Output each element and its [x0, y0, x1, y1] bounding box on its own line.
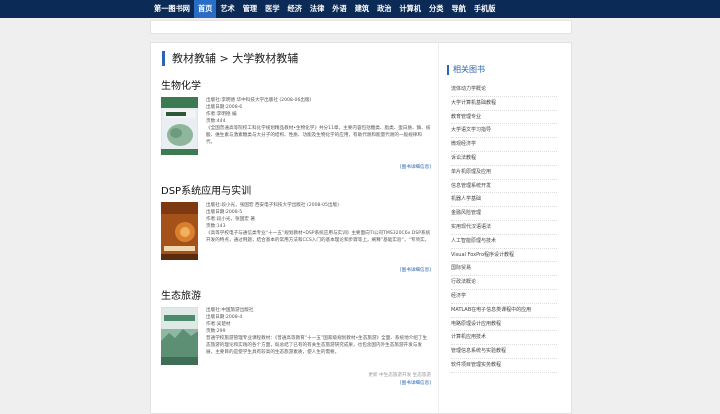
book-detail-link[interactable]: [图书详细信息]	[400, 380, 431, 386]
related-item[interactable]: MATLAB在电子信息类课程中的应用	[451, 304, 557, 318]
content-panel: 教材教辅 > 大学教材教辅 生物化学 出版社:李明德 华中科技大学出版社 (20…	[150, 42, 572, 414]
nav-politics[interactable]: 政治	[373, 0, 395, 18]
related-item[interactable]: 金融风险管理	[451, 207, 557, 221]
nav-computer[interactable]: 计算机	[395, 0, 425, 18]
related-item[interactable]: 实用现代汉语语法	[451, 221, 557, 235]
book-cover-image[interactable]	[161, 97, 198, 155]
book-description: 普通学校旅游管理专业课程教材：《普通高等教育“十一五”国家级规划教材•生态旅游》…	[206, 336, 428, 355]
book-cover-image[interactable]	[161, 307, 198, 365]
breadcrumb-accent	[162, 51, 165, 66]
book-detail-link[interactable]: [图书详细信息]	[400, 267, 431, 273]
book-meta: 出版社:段小光，张国宏 西安电子科技大学出版社 (2008-05出版) 出版日期…	[206, 202, 431, 251]
related-item[interactable]: 流体动力学概论	[451, 83, 557, 97]
book-publisher: 出版社:段小光，张国宏 西安电子科技大学出版社 (2008-05出版)	[206, 203, 339, 208]
book-pages: 页数:444	[206, 119, 226, 124]
related-item[interactable]: 经济学	[451, 290, 557, 304]
nav-home-site[interactable]: 第一图书网	[150, 0, 194, 18]
related-item[interactable]: 大学计算机基础教程	[451, 97, 557, 111]
nav-category[interactable]: 分类	[425, 0, 447, 18]
related-item[interactable]: 诉讼法教程	[451, 152, 557, 166]
sub-bar	[150, 20, 572, 34]
book-title[interactable]: 生物化学	[161, 80, 431, 94]
related-list: 流体动力学概论 大学计算机基础教程 教育管理专业 大学语文学习指导 微观经济学 …	[451, 83, 557, 373]
related-accent	[447, 65, 449, 75]
book-title[interactable]: DSP系统应用与实训	[161, 185, 431, 199]
book-pages: 页数:299	[206, 329, 226, 334]
book-title[interactable]: 生态旅游	[161, 290, 431, 304]
book-meta: 出版社:李明德 华中科技大学出版社 (2008-06出版) 出版日期:2008-…	[206, 97, 431, 146]
related-item[interactable]: 单片机原理及应用	[451, 166, 557, 180]
nav-architecture[interactable]: 建筑	[351, 0, 373, 18]
nav-mobile[interactable]: 手机版	[470, 0, 500, 18]
book-description: 《全国普通高等院校工科化学规划精品教材•生物化学》共分11章，主要内容包括糖类、…	[206, 126, 431, 145]
nav-management[interactable]: 管理	[239, 0, 261, 18]
related-item[interactable]: 教育管理专业	[451, 111, 557, 125]
book-item: 生物化学 出版社:李明德 华中科技大学出版社 (2008-06出版) 出版日期:…	[161, 80, 431, 175]
nav-foreign-lang[interactable]: 外语	[328, 0, 350, 18]
related-item[interactable]: 计算机应用技术	[451, 331, 557, 346]
nav-art[interactable]: 艺术	[216, 0, 238, 18]
related-item[interactable]: 电路原理设计应用教程	[451, 318, 557, 332]
book-date: 出版日期:2008-6	[206, 105, 243, 110]
nav-home[interactable]: 首页	[193, 0, 217, 18]
related-item[interactable]: 微观经济学	[451, 138, 557, 152]
nav-guide[interactable]: 导航	[447, 0, 469, 18]
book-meta: 出版社:中国旅游出版社 出版日期:2008-4 作者:吴楚材 页数:299 普通…	[206, 307, 431, 363]
book-description: 《高等学校电子与通信类专业“十一五”规划教材•DSP系统应用与实训》主要面向TI…	[206, 231, 431, 243]
nav-medicine[interactable]: 医学	[261, 0, 283, 18]
related-item[interactable]: 软件项目管理实务教程	[451, 359, 557, 373]
related-item[interactable]: 人工智能原理与技术	[451, 235, 557, 249]
book-detail-link[interactable]: [图书详细信息]	[400, 164, 431, 170]
book-publisher: 出版社:中国旅游出版社	[206, 308, 254, 313]
breadcrumb: 教材教辅 > 大学教材教辅	[172, 52, 299, 65]
related-item[interactable]: 管理信息系统与实验教程	[451, 345, 557, 359]
book-author: 作者:吴楚材	[206, 322, 231, 327]
nav-law[interactable]: 法律	[306, 0, 328, 18]
book-cover-image[interactable]	[161, 202, 198, 260]
book-item: 生态旅游 出版社:中国旅游出版社 出版日期:2008-4 作者:吴楚材 页数:2…	[161, 290, 431, 395]
related-item[interactable]: 行政法概论	[451, 276, 557, 290]
main-nav: 第一图书网 首页 艺术 管理 医学 经济 法律 外语 建筑 政治 计算机 分类 …	[150, 0, 499, 18]
book-tags[interactable]: 更新 中生态旅游开发 生态旅游	[368, 372, 431, 378]
book-date: 出版日期:2008-5	[206, 210, 243, 215]
column-divider	[438, 43, 439, 413]
related-item[interactable]: Visual FoxPro程序设计教程	[451, 249, 557, 263]
related-item[interactable]: 国际贸易	[451, 262, 557, 277]
related-item[interactable]: 大学语文学习指导	[451, 124, 557, 139]
book-author: 作者:段小光，张国宏 著	[206, 217, 255, 222]
related-item[interactable]: 机器人学基础	[451, 193, 557, 208]
book-pages: 页数:143	[206, 224, 226, 229]
related-title: 相关图书	[453, 65, 485, 74]
book-date: 出版日期:2008-4	[206, 315, 243, 320]
book-author: 作者:李明德 编	[206, 112, 237, 117]
nav-economics[interactable]: 经济	[284, 0, 306, 18]
book-publisher: 出版社:李明德 华中科技大学出版社 (2008-06出版)	[206, 98, 312, 103]
related-item[interactable]: 信息管理系统开发	[451, 180, 557, 194]
top-nav-bar: 第一图书网 首页 艺术 管理 医学 经济 法律 外语 建筑 政治 计算机 分类 …	[0, 0, 720, 18]
book-item: DSP系统应用与实训 出版社:段小光，张国宏 西安电子科技大学出版社 (2008…	[161, 185, 431, 280]
